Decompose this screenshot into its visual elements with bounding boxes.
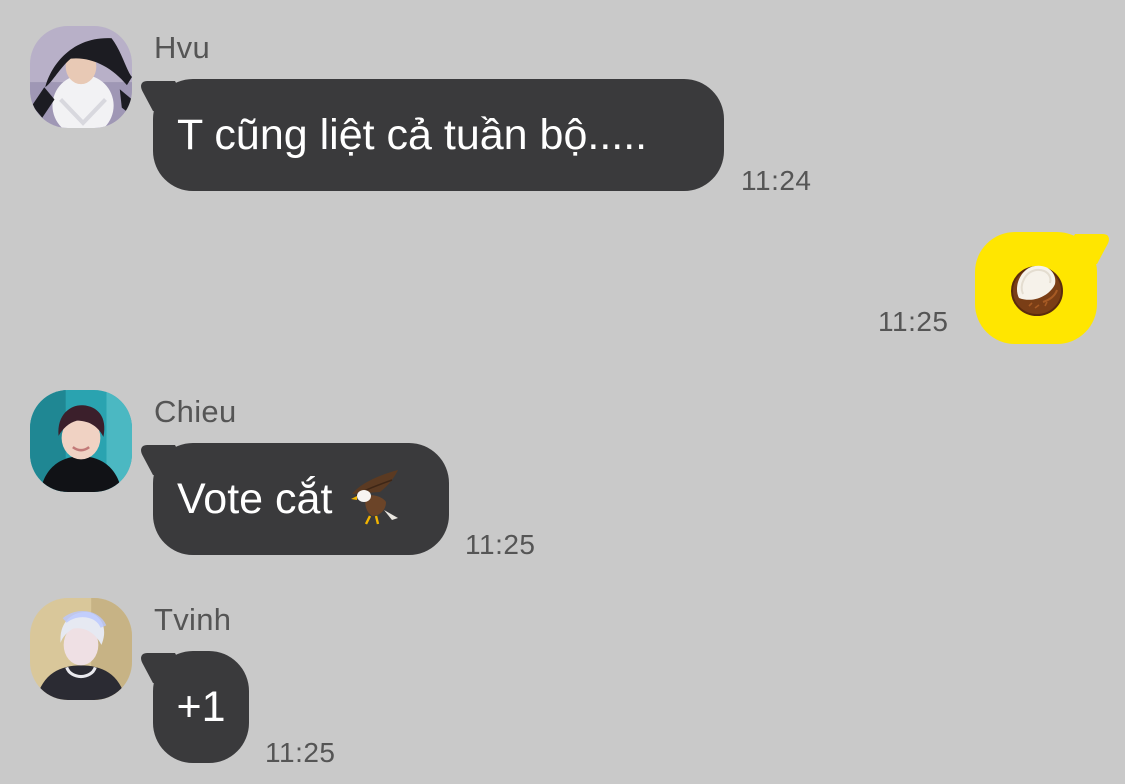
avatar-chieu[interactable] (30, 390, 132, 492)
sender-name: Tvinh (154, 602, 232, 637)
sender-name: Chieu (154, 394, 237, 429)
message-text: T cũng liệt cả tuần bộ..... (177, 110, 648, 159)
message-time: 11:25 (265, 737, 336, 768)
outgoing-message-bubble[interactable] (975, 232, 1097, 344)
avatar-photo-icon (30, 26, 132, 128)
message-time: 11:25 (465, 529, 536, 560)
avatar-photo-icon (30, 598, 132, 700)
eagle-emoji (351, 470, 399, 525)
message-bubble[interactable]: T cũng liệt cả tuần bộ..... (153, 79, 724, 191)
message-time: 11:24 (741, 165, 812, 196)
message-bubble[interactable]: Vote cắt (153, 443, 449, 555)
avatar-tvinh[interactable] (30, 598, 132, 700)
coconut-emoji (1011, 265, 1063, 316)
message-text: +1 (176, 682, 226, 731)
avatar-hvu[interactable] (30, 26, 132, 128)
avatar-photo-icon (30, 390, 132, 492)
message-time: 11:25 (878, 306, 949, 337)
message-bubble[interactable]: +1 (153, 651, 249, 763)
message-text: Vote cắt (177, 474, 333, 523)
sender-name: Hvu (154, 30, 211, 65)
